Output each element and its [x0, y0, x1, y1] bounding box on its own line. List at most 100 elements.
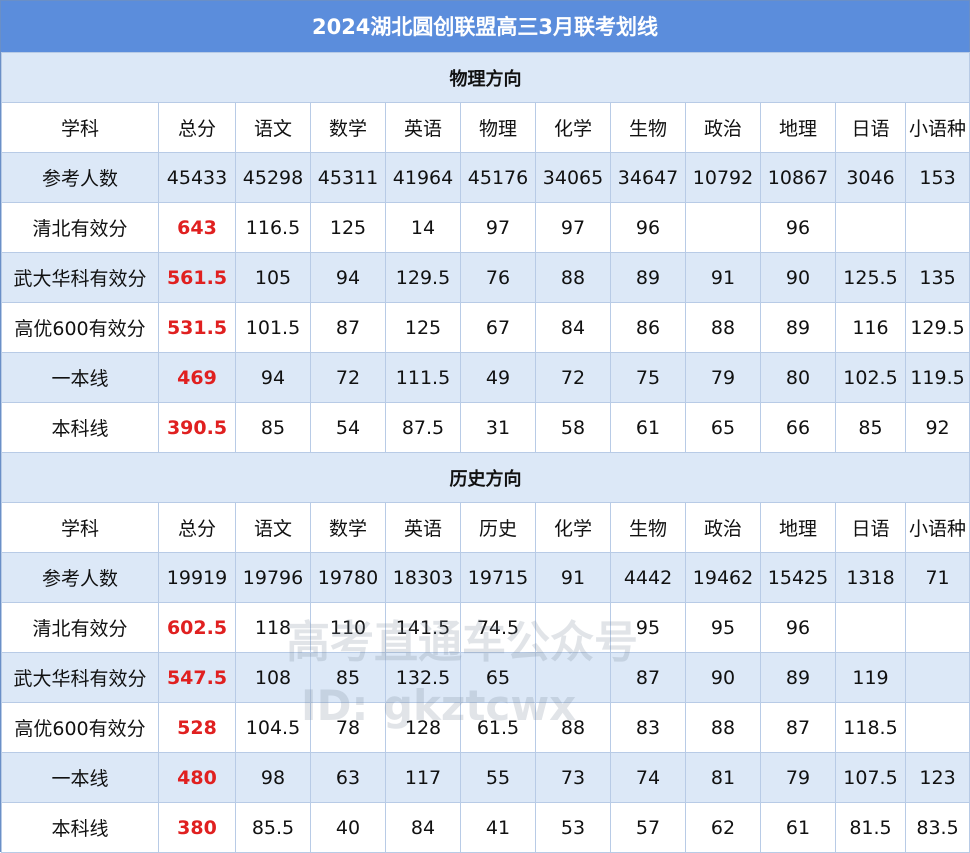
- table-cell: 91: [535, 552, 611, 603]
- table-cell: 125: [385, 302, 461, 353]
- table-cell: 87: [760, 702, 836, 753]
- table-cell: 84: [385, 802, 461, 853]
- column-header: 总分: [158, 102, 236, 153]
- table-cell: 81: [685, 752, 761, 803]
- table-cell: 128: [385, 702, 461, 753]
- table-cell: 41964: [385, 152, 461, 203]
- column-header: 物理: [460, 102, 536, 153]
- table-cell: 81.5: [835, 802, 906, 853]
- table-cell: 75: [610, 352, 686, 403]
- table-cell: 92: [904, 402, 970, 453]
- table-cell: 78: [310, 702, 386, 753]
- column-header: 地理: [760, 502, 836, 553]
- table-cell: [835, 602, 906, 653]
- table-cell: 88: [535, 702, 611, 753]
- row-label: 清北有效分: [1, 202, 159, 253]
- table-cell: 86: [610, 302, 686, 353]
- table-row: 高优600有效分 528 104.5 78 128 61.5 88 83 88 87 118.5: [1, 702, 970, 753]
- table-cell: 96: [760, 202, 836, 253]
- column-header: 小语种: [904, 502, 970, 553]
- table-cell: [535, 652, 611, 703]
- table-cell: 83.5: [904, 802, 970, 853]
- table-cell: 66: [760, 402, 836, 453]
- document-frame: 2024湖北圆创联盟高三3月联考划线 物理方向 学科 总分 语文 数学 英语 物理 化学 生物政…: [0, 0, 970, 853]
- column-header: 学科: [1, 102, 159, 153]
- table-cell: 34647: [610, 152, 686, 203]
- total-score-cell: 469: [158, 352, 236, 403]
- row-label: 本科线: [1, 402, 159, 453]
- column-header: 数学: [310, 102, 386, 153]
- table-cell: 45298: [235, 152, 311, 203]
- table-cell: 85.5: [235, 802, 311, 853]
- table-cell: [535, 602, 611, 653]
- table-cell: 123: [904, 752, 970, 803]
- table-cell: 61.5: [460, 702, 536, 753]
- table-cell: 74: [610, 752, 686, 803]
- column-header: 英语: [385, 502, 461, 553]
- table-row: 一本线 469 94 72 111.5 49 72 75 79 80 102.5 119.5: [1, 352, 970, 403]
- table-cell: 98: [235, 752, 311, 803]
- table-row: 清北有效分 643 116.5 125 14 97 97 96 96: [1, 202, 970, 253]
- table-cell: 96: [760, 602, 836, 653]
- row-label: 高优600有效分: [1, 302, 159, 353]
- table-cell: 88: [685, 302, 761, 353]
- table-cell: 108: [235, 652, 311, 703]
- table-cell: 87: [310, 302, 386, 353]
- total-score-cell: 380: [158, 802, 236, 853]
- table-cell: 129.5: [385, 252, 461, 303]
- table-cell: 88: [535, 252, 611, 303]
- table-cell: 40: [310, 802, 386, 853]
- table-row: 参考人数 45433 45298 45311 41964 45176 34065 34647 1…: [1, 152, 970, 203]
- table-cell: 65: [685, 402, 761, 453]
- table-cell: [904, 652, 970, 703]
- table-cell: 89: [760, 652, 836, 703]
- table-cell: 87.5: [385, 402, 461, 453]
- table-cell: 73: [535, 752, 611, 803]
- page-title: 2024湖北圆创联盟高三3月联考划线: [1, 1, 969, 52]
- section-title: 物理方向: [0, 52, 970, 103]
- table-cell: [685, 202, 761, 253]
- table-cell: 129.5: [904, 302, 970, 353]
- table-cell: 76: [460, 252, 536, 303]
- total-score-cell: 547.5: [158, 652, 236, 703]
- table-cell: 118.5: [835, 702, 906, 753]
- table-cell: 1318: [835, 552, 906, 603]
- table-cell: 84: [535, 302, 611, 353]
- table-cell: 89: [610, 252, 686, 303]
- table-cell: 15425: [760, 552, 836, 603]
- section-title: 历史方向: [0, 452, 970, 503]
- table-cell: 19796: [235, 552, 311, 603]
- column-header: 语文: [235, 102, 311, 153]
- table-row: 本科线 380 85.5 40 84 41 53 57 62 61 81.5 83.5: [1, 802, 970, 853]
- table-cell: 97: [535, 202, 611, 253]
- column-header: 化学: [535, 502, 611, 553]
- table-cell: 90: [760, 252, 836, 303]
- table-cell: 41: [460, 802, 536, 853]
- total-score-cell: 528: [158, 702, 236, 753]
- table-cell: 61: [760, 802, 836, 853]
- total-score-cell: 643: [158, 202, 236, 253]
- row-label: 参考人数: [1, 152, 159, 203]
- table-cell: 95: [610, 602, 686, 653]
- row-label: 本科线: [1, 802, 159, 853]
- table-cell: 57: [610, 802, 686, 853]
- table-cell: 72: [310, 352, 386, 403]
- column-header: 日语: [835, 102, 906, 153]
- table-cell: [835, 202, 906, 253]
- table-cell: 19715: [460, 552, 536, 603]
- column-header: 政治: [685, 102, 761, 153]
- table-cell: 95: [685, 602, 761, 653]
- row-label: 参考人数: [1, 552, 159, 603]
- table-cell: 80: [760, 352, 836, 403]
- table-cell: 111.5: [385, 352, 461, 403]
- table-cell: 119.5: [904, 352, 970, 403]
- column-header: 日语: [835, 502, 906, 553]
- table-cell: 153: [904, 152, 970, 203]
- column-header: 学科: [1, 502, 159, 553]
- total-score-cell: 45433: [158, 152, 236, 203]
- table-cell: 117: [385, 752, 461, 803]
- table-cell: 118: [235, 602, 311, 653]
- table-cell: 85: [235, 402, 311, 453]
- table-cell: 31: [460, 402, 536, 453]
- table-cell: 19780: [310, 552, 386, 603]
